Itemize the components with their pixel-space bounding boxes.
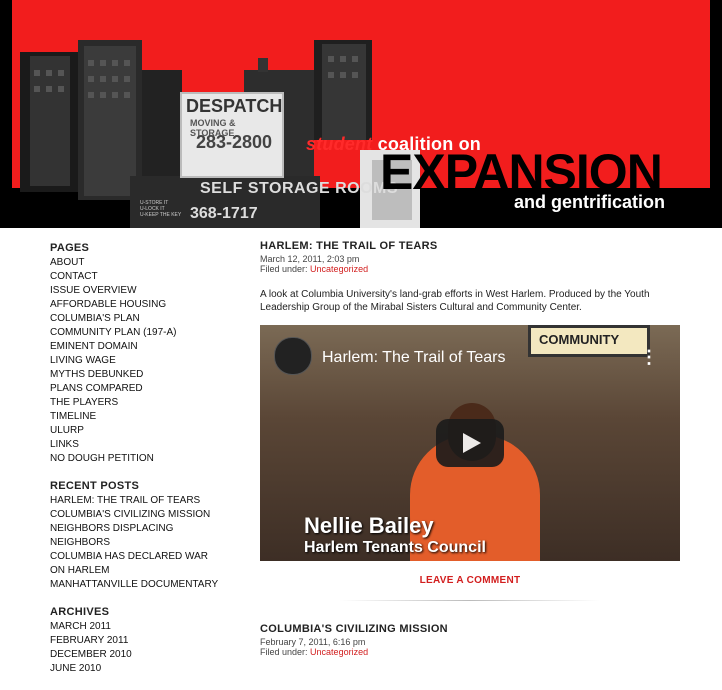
play-button-icon[interactable] <box>436 419 504 467</box>
logo-expansion: EXPANSION <box>380 144 663 200</box>
video-caption-org: Harlem Tenants Council <box>304 539 486 556</box>
protest-sign-text: COMMUNITY <box>539 332 620 347</box>
despatch-text: DESPATCH <box>186 96 283 116</box>
despatch-sign: DESPATCH MOVING & STORAGE 283-2800 <box>180 92 284 178</box>
video-caption-name: Nellie Bailey <box>304 513 434 538</box>
video-title[interactable]: Harlem: The Trail of Tears <box>322 349 505 367</box>
recent-posts-section: RECENT POSTS HARLEM: THE TRAIL OF TEARS … <box>50 480 240 592</box>
filed-under-label: Filed under: <box>260 647 308 657</box>
post-excerpt: A look at Columbia University's land-gra… <box>260 289 650 313</box>
sidebar-link-plans-compared[interactable]: PLANS COMPARED <box>50 382 240 396</box>
archive-link[interactable]: MARCH 2011 <box>50 620 240 634</box>
sidebar-link-myths-debunked[interactable]: MYTHS DEBUNKED <box>50 368 240 382</box>
logo-gentrification: and gentrification <box>514 192 666 212</box>
archive-link[interactable]: DECEMBER 2010 <box>50 648 240 662</box>
storage-slogan-line: U-KEEP THE KEY <box>140 212 182 218</box>
post-title[interactable]: COLUMBIA'S CIVILIZING MISSION <box>260 623 690 635</box>
post-columbias-civilizing-mission: COLUMBIA'S CIVILIZING MISSION February 7… <box>260 623 690 657</box>
main-column: HARLEM: THE TRAIL OF TEARS March 12, 201… <box>260 240 690 657</box>
post-divider <box>340 600 600 601</box>
more-options-icon[interactable]: ⋮ <box>640 347 658 368</box>
despatch-phone: 283-2800 <box>196 132 273 152</box>
video-protest-sign: COMMUNITY <box>528 325 650 357</box>
post-date: February 7, 2011, 6:16 pm <box>260 637 366 647</box>
recent-posts-heading: RECENT POSTS <box>50 480 140 492</box>
sidebar: PAGES ABOUT CONTACT ISSUE OVERVIEW AFFOR… <box>50 242 240 690</box>
post-category-line: Filed under: Uncategorized <box>260 647 690 657</box>
storage-phone: 368-1717 <box>190 205 258 222</box>
pages-section: PAGES ABOUT CONTACT ISSUE OVERVIEW AFFOR… <box>50 242 240 466</box>
sidebar-link-contact[interactable]: CONTACT <box>50 270 240 284</box>
sidebar-link-about[interactable]: ABOUT <box>50 256 240 270</box>
post-title[interactable]: HARLEM: THE TRAIL OF TEARS <box>260 240 690 252</box>
channel-avatar-icon[interactable] <box>274 337 312 375</box>
post-harlem-trail-of-tears: HARLEM: THE TRAIL OF TEARS March 12, 201… <box>260 240 690 601</box>
sidebar-link-affordable-housing[interactable]: AFFORDABLE HOUSING <box>50 298 240 312</box>
category-link[interactable]: Uncategorized <box>310 647 368 657</box>
sidebar-link-community-plan[interactable]: COMMUNITY PLAN (197-A) <box>50 326 240 340</box>
category-link[interactable]: Uncategorized <box>310 264 368 274</box>
archive-link[interactable]: FEBRUARY 2011 <box>50 634 240 648</box>
archive-link[interactable]: JUNE 2010 <box>50 662 240 676</box>
post-date: March 12, 2011, 2:03 pm <box>260 254 360 264</box>
leave-comment-link[interactable]: LEAVE A COMMENT <box>260 575 680 586</box>
sidebar-link-the-players[interactable]: THE PLAYERS <box>50 396 240 410</box>
sidebar-link-issue-overview[interactable]: ISSUE OVERVIEW <box>50 284 240 298</box>
recent-post-link[interactable]: HARLEM: THE TRAIL OF TEARS <box>50 494 240 508</box>
video-player[interactable]: COMMUNITY Harlem: The Trail of Tears ⋮ N… <box>260 325 680 561</box>
sidebar-link-links[interactable]: LINKS <box>50 438 240 452</box>
recent-post-link[interactable]: MANHATTANVILLE DOCUMENTARY <box>50 578 240 592</box>
logo-student: student <box>306 134 373 154</box>
page-content: PAGES ABOUT CONTACT ISSUE OVERVIEW AFFOR… <box>12 228 710 674</box>
filed-under-label: Filed under: <box>260 264 308 274</box>
site-header-banner[interactable]: DESPATCH MOVING & STORAGE 283-2800 SELF … <box>0 0 722 228</box>
sidebar-link-ulurp[interactable]: ULURP <box>50 424 240 438</box>
archives-section: ARCHIVES MARCH 2011 FEBRUARY 2011 DECEMB… <box>50 606 240 676</box>
sidebar-link-columbias-plan[interactable]: COLUMBIA'S PLAN <box>50 312 240 326</box>
storage-slogan: U-STORE IT U-LOCK IT U-KEEP THE KEY <box>140 200 181 218</box>
sidebar-link-no-dough-petition[interactable]: NO DOUGH PETITION <box>50 452 240 466</box>
self-storage-sign: SELF STORAGE ROOMS <box>200 180 399 197</box>
archives-heading: ARCHIVES <box>50 606 110 618</box>
recent-post-link[interactable]: COLUMBIA HAS DECLARED WAR ON HARLEM <box>50 550 220 578</box>
pages-heading: PAGES <box>50 242 90 254</box>
sidebar-link-timeline[interactable]: TIMELINE <box>50 410 240 424</box>
sidebar-link-living-wage[interactable]: LIVING WAGE <box>50 354 240 368</box>
recent-post-link[interactable]: NEIGHBORS DISPLACING NEIGHBORS <box>50 522 180 550</box>
recent-post-link[interactable]: COLUMBIA'S CIVILIZING MISSION <box>50 508 240 522</box>
sidebar-link-eminent-domain[interactable]: EMINENT DOMAIN <box>50 340 240 354</box>
post-category-line: Filed under: Uncategorized <box>260 264 690 274</box>
